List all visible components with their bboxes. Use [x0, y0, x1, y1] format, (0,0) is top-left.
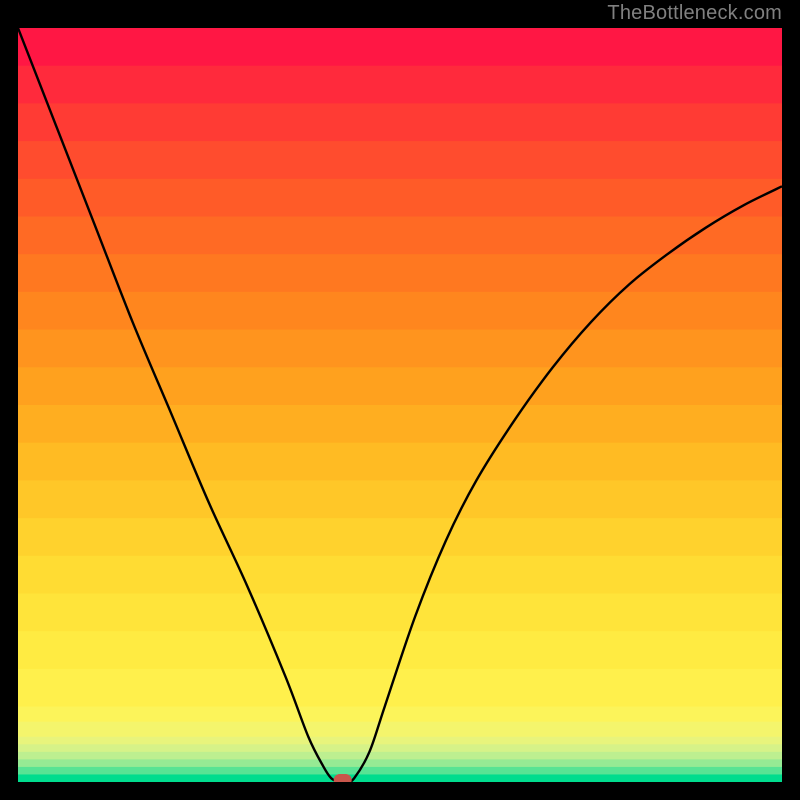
- gradient-band: [18, 367, 782, 405]
- gradient-band: [18, 103, 782, 141]
- gradient-band: [18, 707, 782, 723]
- plot-area: [18, 28, 782, 782]
- gradient-band: [18, 737, 782, 745]
- chart-frame: TheBottleneck.com: [0, 0, 800, 800]
- gradient-band: [18, 141, 782, 179]
- gradient-band: [18, 518, 782, 556]
- gradient-band: [18, 767, 782, 775]
- gradient-band: [18, 66, 782, 104]
- gradient-band: [18, 179, 782, 217]
- gradient-band: [18, 752, 782, 760]
- gradient-band: [18, 330, 782, 368]
- gradient-band: [18, 405, 782, 443]
- minimum-marker: [334, 774, 352, 782]
- gradient-band: [18, 774, 782, 782]
- bottleneck-chart: [18, 28, 782, 782]
- watermark-text: TheBottleneck.com: [607, 2, 782, 25]
- gradient-band: [18, 480, 782, 518]
- gradient-band: [18, 759, 782, 767]
- gradient-band: [18, 28, 782, 66]
- gradient-band: [18, 254, 782, 292]
- gradient-band: [18, 443, 782, 481]
- gradient-band: [18, 744, 782, 752]
- gradient-background: [18, 28, 782, 782]
- gradient-band: [18, 594, 782, 632]
- gradient-band: [18, 669, 782, 707]
- gradient-band: [18, 556, 782, 594]
- gradient-band: [18, 217, 782, 255]
- gradient-band: [18, 722, 782, 738]
